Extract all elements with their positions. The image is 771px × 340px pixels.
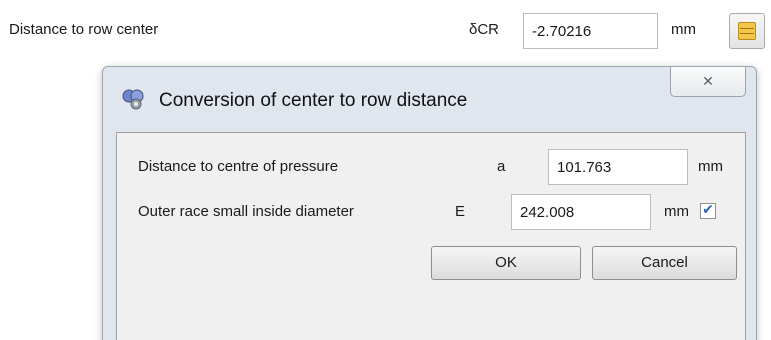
checkmark-icon: ✔	[702, 201, 714, 217]
row-diameter-symbol: E	[455, 203, 466, 220]
distance-value-input[interactable]	[523, 13, 658, 49]
page: Distance to row center δCR mm Conversion…	[0, 0, 771, 340]
distance-label: Distance to row center	[9, 21, 159, 38]
distance-unit: mm	[671, 21, 696, 38]
row-diameter-label: Outer race small inside diameter	[138, 203, 354, 220]
diameter-checkbox[interactable]: ✔	[700, 201, 716, 219]
row-pressure-symbol: a	[497, 158, 506, 175]
close-button[interactable]: ✕	[670, 67, 746, 97]
delta-cr-symbol: δCR	[469, 21, 500, 38]
pressure-distance-input[interactable]	[548, 149, 688, 185]
dialog-title: Conversion of center to row distance	[159, 90, 468, 111]
row-pressure-unit: mm	[698, 158, 723, 175]
conversion-dialog: Conversion of center to row distance ✕ D…	[102, 66, 757, 340]
cancel-button[interactable]: Cancel	[592, 246, 737, 280]
convert-button[interactable]	[729, 13, 765, 49]
dialog-body: Distance to centre of pressure a mm Oute…	[116, 132, 746, 340]
diameter-input[interactable]	[511, 194, 651, 230]
app-icon	[122, 89, 144, 110]
row-pressure-label: Distance to centre of pressure	[138, 158, 339, 175]
stack-icon	[738, 22, 756, 40]
ok-button[interactable]: OK	[431, 246, 581, 280]
close-icon: ✕	[702, 73, 714, 89]
row-diameter-unit: mm	[664, 203, 689, 220]
